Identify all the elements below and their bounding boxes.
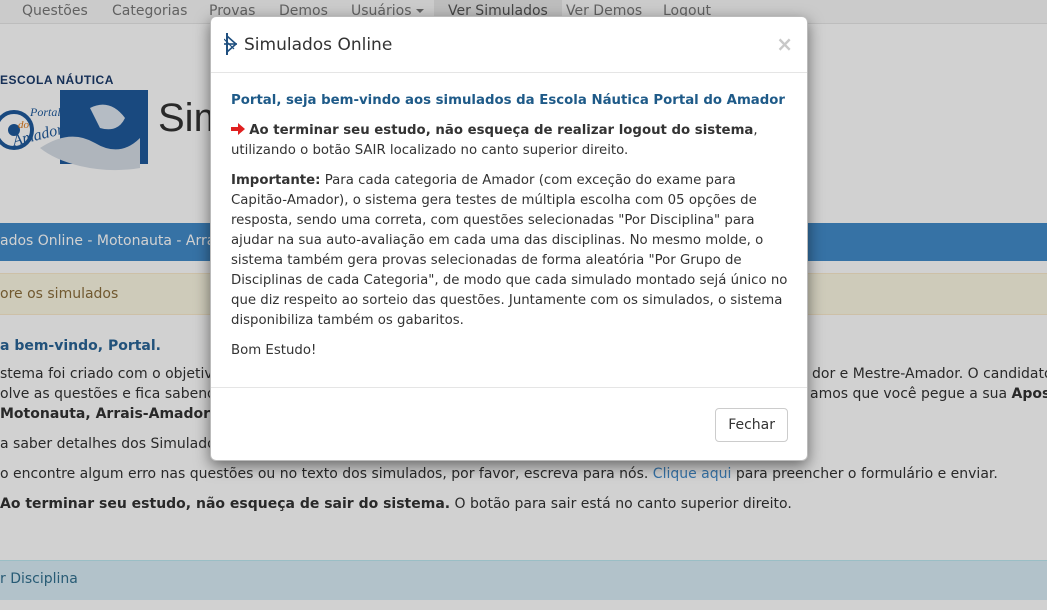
close-icon[interactable]: × [776,32,793,56]
modal-title: Simulados Online [244,35,393,55]
modal-welcome: Portal, seja bem-vindo aos simulados da … [231,93,785,108]
modal-logout-bold: Ao terminar seu estudo, não esqueça de r… [249,123,754,138]
modal-body: Portal, seja bem-vindo aos simulados da … [231,91,791,371]
modal-closing: Bom Estudo! [231,343,317,358]
modal-logout-paragraph: Ao terminar seu estudo, não esqueça de r… [231,121,791,161]
modal-header: Simulados Online × [211,17,807,73]
arrow-right-icon [231,123,245,135]
modal-important-label: Importante: [231,173,321,188]
welcome-modal: Simulados Online × Portal, seja bem-vind… [210,16,808,461]
close-button[interactable]: Fechar [715,408,788,442]
ship-wheel-icon [224,33,238,55]
modal-important-text: Para cada categoria de Amador (com exceç… [231,173,788,328]
modal-important-paragraph: Importante: Para cada categoria de Amado… [231,171,791,331]
modal-footer: Fechar [211,387,807,460]
